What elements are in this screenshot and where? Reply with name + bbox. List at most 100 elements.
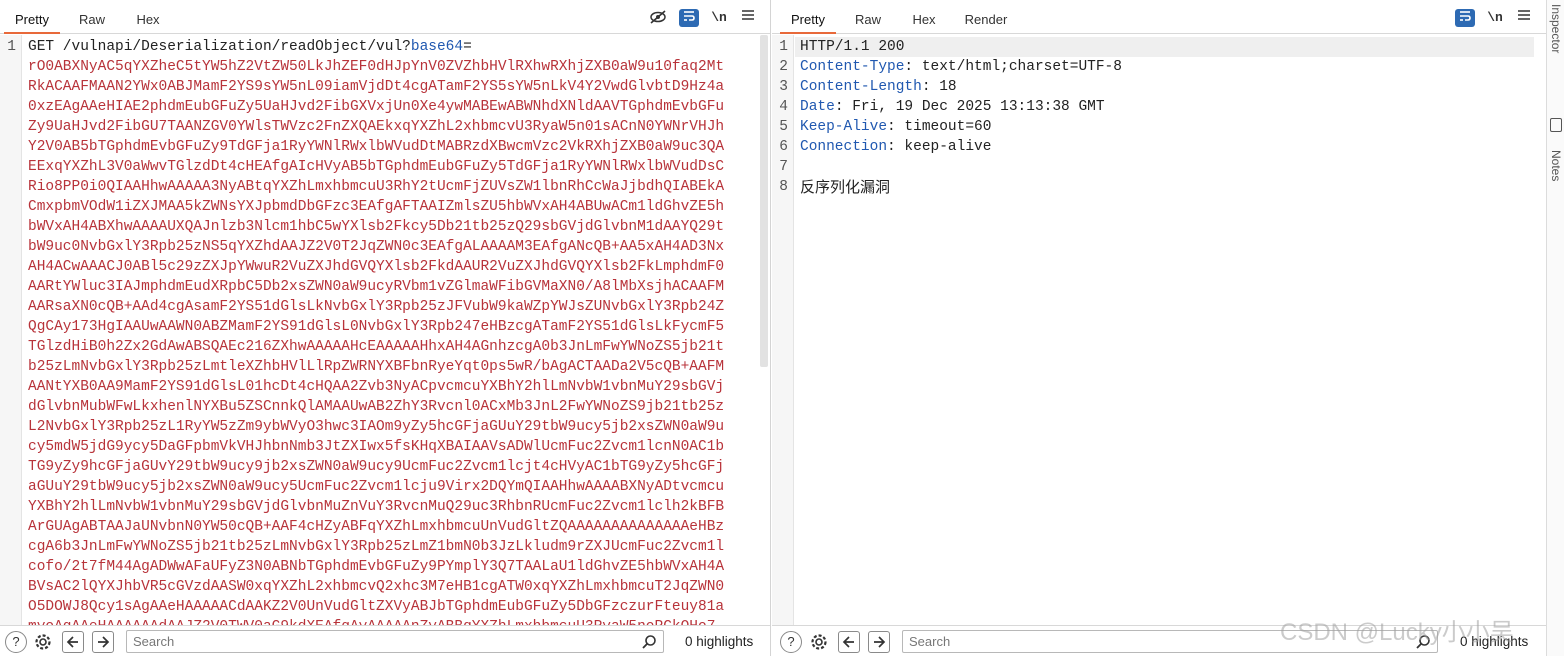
header-value: text/html;charset=UTF-8 [913,59,1122,75]
current-line-highlight [795,37,1534,57]
response-search-box[interactable] [902,630,1438,653]
newline-toggle-icon[interactable]: \n [709,9,729,27]
payload-line: O5DOWJ8Qcy1sAgAAeHAAAAACdAAKZ2V0UnVudGlt… [28,599,725,615]
header-keep-alive: Keep-Alive: timeout=60 [800,119,992,135]
response-menu-icon[interactable] [1514,9,1534,27]
search-icon [642,635,656,649]
word-wrap-icon[interactable] [679,9,699,27]
header-name: Keep-Alive [800,119,888,135]
help-icon[interactable]: ? [780,631,802,653]
header-name: Connection [800,139,888,155]
payload-line: AARsaXN0cQB+AAd4cgAsamF2YS51dGlsLkNvbGxl… [28,299,725,315]
request-method-path: GET /vulnapi/Deserialization/readObject/… [28,39,411,55]
next-match-icon[interactable] [92,631,114,653]
response-pane: Pretty Raw Hex Render \n 1 2 3 4 5 6 7 8… [772,0,1546,656]
header-connection: Connection: keep-alive [800,139,992,155]
request-tab-pretty[interactable]: Pretty [4,12,60,34]
line-number: 2 [779,59,788,75]
line-number: 8 [779,179,788,195]
payload-line: RkACAAFMAAN2YWx0ABJMamF2YS9sYW5nL09iamVj… [28,79,725,95]
header-content-type: Content-Type: text/html;charset=UTF-8 [800,59,1122,75]
request-tab-raw[interactable]: Raw [66,12,118,34]
payload-line: AANtYXB0AA9MamF2YS91dGlsL01hcDt4cHQAA2Zv… [28,379,725,395]
request-line: GET /vulnapi/Deserialization/readObject/… [28,37,472,57]
response-word-wrap-icon[interactable] [1455,9,1475,27]
payload-line: TGlzdHiB0h2Zx2GdAwABSQAEc216ZXhwAAAAAHcE… [28,339,725,355]
header-content-length: Content-Length: 18 [800,79,957,95]
status-line: HTTP/1.1 200 [800,39,905,55]
side-tab-notes[interactable]: Notes [1549,150,1563,181]
payload-line: bW9uc0NvbGxlY3Rpb25zNS5qYXZhdAAJZ2V0T2Jq… [28,239,725,255]
notes-icon [1550,118,1562,132]
response-tab-raw[interactable]: Raw [844,12,892,34]
line-number: 1 [779,39,788,55]
response-footer: ? 0 highlights [772,625,1546,656]
previous-match-icon[interactable] [838,631,860,653]
payload-line: TG9yZy9hcGFjaGUvY29tbW9ucy9jb2xsZWN0aW9u… [28,459,725,475]
payload-line: CmxpbmVOdW1iZXJMAA5kZWNsYXJpbmdDbGFzc3EA… [28,199,725,215]
response-tab-hex[interactable]: Hex [900,12,948,34]
payload-line: bWVxAH4ABXhwAAAAUXQAJnlzb3Nlcm1hbC5wYXls… [28,219,725,235]
payload-line: Rio8PP0i0QIAAHhwAAAAA3NyABtqYXZhLmxhbmcu… [28,179,725,195]
payload-line: BVsAC2lQYXJhbVR5cGVzdAASW0xqYXZhL2xhbmcv… [28,579,725,595]
payload-line: ArGUAgABTAAJaUNvbnN0YW50cQB+AAF4cHZyABFq… [28,519,725,535]
settings-gear-icon[interactable] [808,631,830,653]
help-icon[interactable]: ? [5,631,27,653]
payload-line: YXBhY2hlLmNvbW1vbnMuY29sbGVjdGlvbnMuZnVu… [28,499,725,515]
next-match-icon[interactable] [868,631,890,653]
header-value: keep-alive [895,139,992,155]
line-number: 5 [779,119,788,135]
payload-text: rO0ABXNyAC5qYXZheC5tYW5hZ2VtZW50LkJhZEF0… [28,59,725,75]
menu-icon[interactable] [738,9,758,27]
response-tabbar: Pretty Raw Hex Render \n [772,0,1546,34]
request-pane: Pretty Raw Hex \n 1 GET /vulnapi/Deseria… [0,0,771,656]
side-tab-inspector[interactable]: Inspector [1549,4,1563,53]
request-search-box[interactable] [126,630,664,653]
response-highlights-count: 0 highlights [1460,634,1529,649]
payload-line: QgCAy173HgIAAUwAAWN0ABZMamF2YS91dGlsL0Nv… [28,319,725,335]
header-date: Date: Fri, 19 Dec 2025 13:13:38 GMT [800,99,1105,115]
hide-nonprintable-icon[interactable] [648,9,668,27]
payload-line: AARtYWluc3IAJmphdmEudXRpbC5Db2xsZWN0aW9u… [28,279,725,295]
payload-line: dGlvbnMubWFwLkxhenlNYXBu5ZSCnnkQlAMAAUwA… [28,399,725,415]
payload-line: cy5mdW5jdG9ycy5DaGFpbmVkVHJhbnNmb3JtZXIw… [28,439,725,455]
search-icon [1416,635,1430,649]
payload-line: L2NvbGxlY3Rpb25zL1RyYW5zZm9ybWVyO3hwc3IA… [28,419,725,435]
line-number: 4 [779,99,788,115]
payload-line: cgA6b3JnLmFwYWNoZS5jb21tb25zLmNvbGxlY3Rp… [28,539,725,555]
request-scrollbar[interactable] [760,35,768,367]
payload-line: b25zLmNvbGxlY3Rpb25zLmtleXZhbHVlLlRpZWRN… [28,359,725,375]
payload-line: 0xzEAgAAeHIAE2phdmEubGFuZy5UaHJvd2FibGXV… [28,99,725,115]
response-newline-toggle-icon[interactable]: \n [1485,9,1505,27]
request-tab-hex[interactable]: Hex [122,12,174,34]
response-editor[interactable]: 1 2 3 4 5 6 7 8 HTTP/1.1 200 Content-Typ… [772,35,1546,625]
request-footer: ? 0 highlights [0,625,770,656]
request-highlights-count: 0 highlights [685,634,754,649]
line-number: 1 [7,39,16,55]
header-value: timeout=60 [895,119,992,135]
header-value: 18 [930,79,957,95]
line-number: 3 [779,79,788,95]
payload-line: aGUuY29tbW9ucy5jb2xsZWN0aW9ucy5UcmFuc2Zv… [28,479,725,495]
request-editor[interactable]: 1 GET /vulnapi/Deserialization/readObjec… [0,35,770,625]
payload-line-partial: myoAgAAeHAAAAAAdAAJZ2V0TWV0aG9kdXEAfgAyA… [28,617,715,625]
header-value: Fri, 19 Dec 2025 13:13:38 GMT [843,99,1105,115]
header-name: Content-Length [800,79,922,95]
payload-line: cofo/2t7fM44AgADWwAFaUFyZ3N0ABNbTGphdmEv… [28,559,725,575]
header-name: Date [800,99,835,115]
payload-line: Zy9UaHJvd2FibGU7TAANZGV0YWlsTWVzc2FnZXQA… [28,119,725,135]
line-number: 7 [779,159,788,175]
response-tab-render[interactable]: Render [956,12,1016,34]
request-tabbar: Pretty Raw Hex \n [0,0,770,34]
settings-gear-icon[interactable] [32,631,54,653]
response-tab-pretty[interactable]: Pretty [780,12,836,34]
payload-line: Y2V0AB5bTGphdmEvbGFuZy9TdGFja1RyYWNlRWxl… [28,139,725,155]
previous-match-icon[interactable] [62,631,84,653]
request-search-input[interactable] [127,631,663,652]
payload-line: EExqYXZhL3V0aWwvTGlzdDt4cHEAfgAIcHVyAB5b… [28,159,725,175]
query-equals: = [463,39,472,55]
response-search-input[interactable] [903,631,1437,652]
payload-line: AH4ACwAAACJ0ABl5c29zZXJpYWwuR2VuZXJhdGVQ… [28,259,725,275]
line-number: 6 [779,139,788,155]
header-name: Content-Type [800,59,905,75]
